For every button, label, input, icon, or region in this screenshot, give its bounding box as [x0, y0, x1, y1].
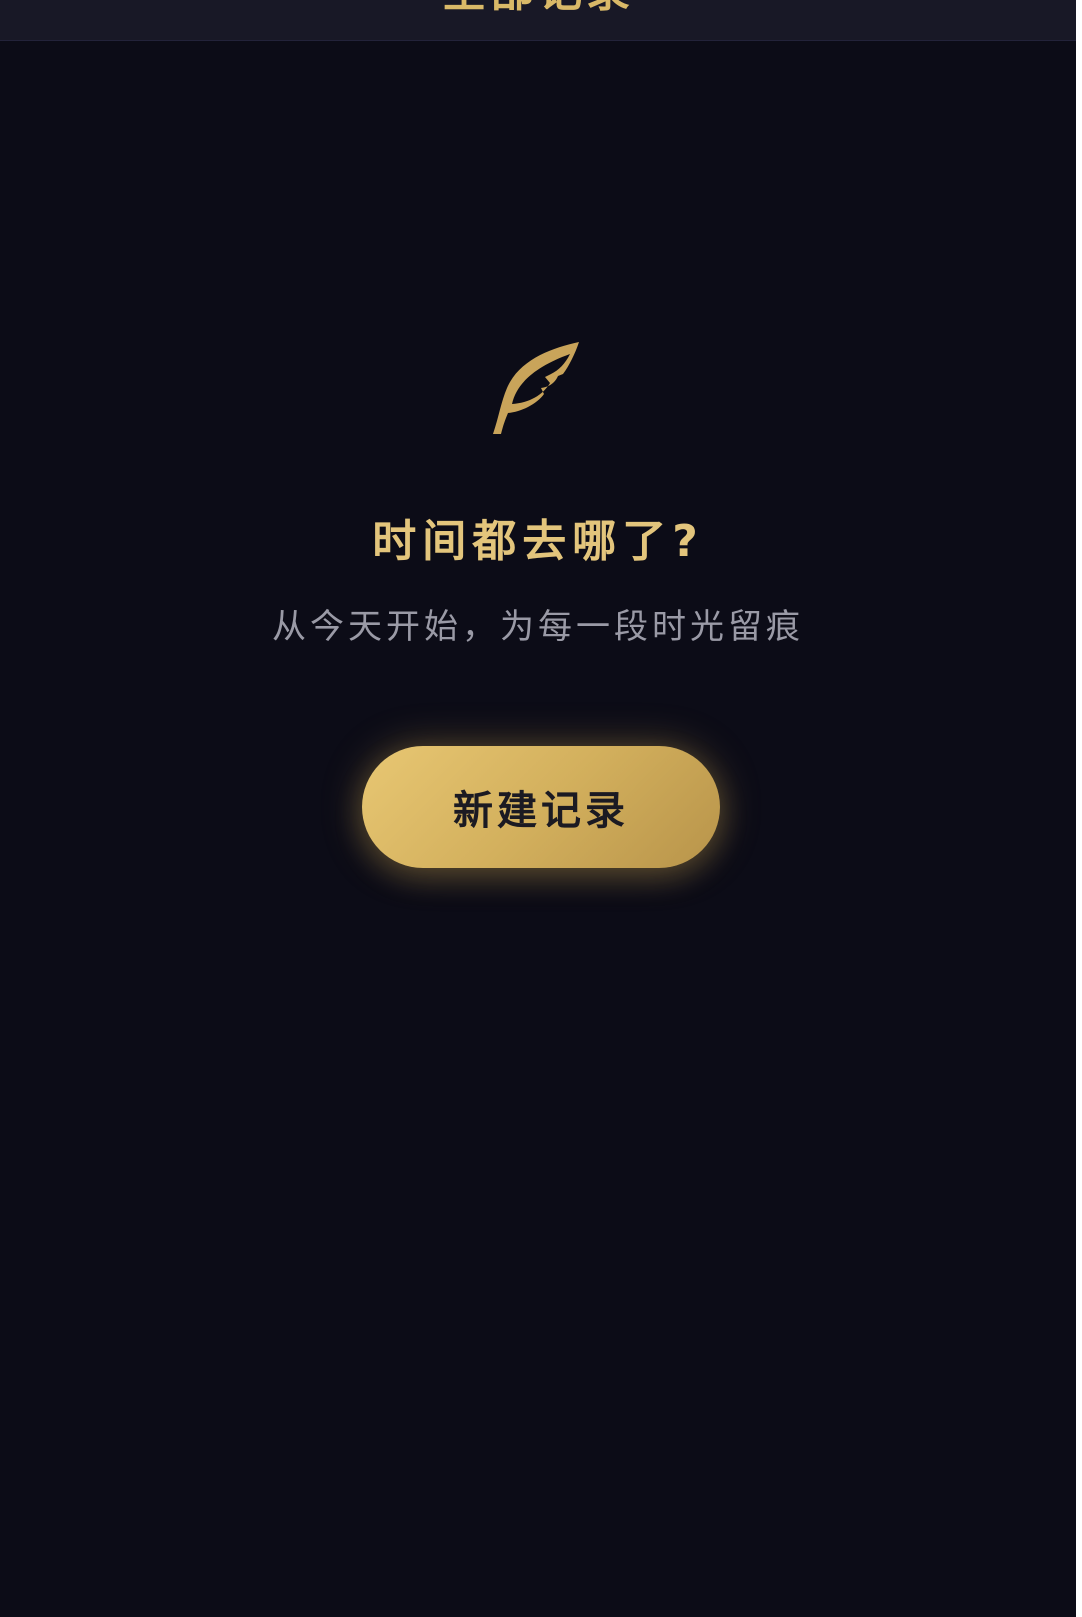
empty-subtitle: 从今天开始，为每一段时光留痕: [272, 607, 804, 647]
page-title: 全部记录: [0, 0, 1076, 14]
header-bar: 全部记录: [0, 0, 1076, 41]
new-record-label: 新建记录: [453, 789, 629, 833]
feather-icon: [493, 342, 579, 434]
app-screen: 全部记录 时间都去哪了? 从今天开始，为每一段时光留痕 新建记录: [0, 0, 1076, 1617]
empty-title: 时间都去哪了?: [372, 516, 704, 567]
new-record-button[interactable]: 新建记录: [362, 746, 720, 868]
